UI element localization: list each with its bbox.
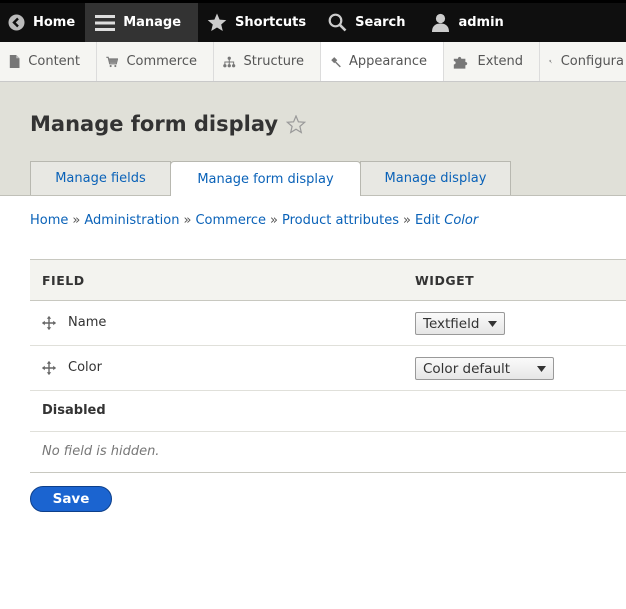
drag-handle-icon[interactable] xyxy=(42,316,56,330)
breadcrumb-edit-entity: Color xyxy=(444,213,479,228)
hamburger-icon xyxy=(95,14,116,31)
breadcrumb-separator: » xyxy=(183,213,192,228)
toolbar-search-tab[interactable]: Search xyxy=(316,3,423,42)
tray-item-structure[interactable]: Structure xyxy=(214,42,321,81)
table-row: Color Color default xyxy=(30,346,626,391)
disabled-section-header: Disabled xyxy=(30,391,626,432)
save-button[interactable]: Save xyxy=(30,486,112,512)
dropdown-arrow-icon xyxy=(537,366,546,372)
tray-item-configuration[interactable]: Configura xyxy=(540,42,626,81)
toolbar-search-label: Search xyxy=(355,15,406,30)
tray-item-label: Configura xyxy=(560,54,624,69)
toolbar-manage-tab[interactable]: Manage xyxy=(85,3,199,42)
tab-manage-display[interactable]: Manage display xyxy=(360,161,511,195)
empty-message: No field is hidden. xyxy=(42,444,160,459)
breadcrumb-separator: » xyxy=(270,213,278,228)
drag-handle-icon[interactable] xyxy=(42,361,56,375)
toolbar-shortcuts-tab[interactable]: Shortcuts xyxy=(198,3,316,42)
breadcrumb-link-home[interactable]: Home xyxy=(30,213,68,228)
document-icon xyxy=(9,55,20,68)
tray-item-label: Structure xyxy=(243,54,304,69)
toolbar-shortcuts-label: Shortcuts xyxy=(235,15,307,30)
widget-select-value: Textfield xyxy=(423,315,480,332)
page-title: Manage form display xyxy=(30,112,279,136)
star-icon xyxy=(207,13,227,31)
empty-hidden-row: No field is hidden. xyxy=(30,432,626,473)
tray-item-commerce[interactable]: Commerce xyxy=(97,42,214,81)
tab-manage-fields[interactable]: Manage fields xyxy=(30,161,171,195)
disabled-label: Disabled xyxy=(42,403,106,418)
toolbar-home-link[interactable]: Home xyxy=(0,3,85,42)
admin-toolbar: Home Manage Shortcuts Search admin xyxy=(0,0,626,42)
toolbar-user-tab[interactable]: admin xyxy=(423,3,513,42)
toolbar-manage-label: Manage xyxy=(123,15,182,30)
dropdown-arrow-icon xyxy=(488,321,497,327)
breadcrumb: Home» Administration» Commerce» Product att… xyxy=(30,213,478,228)
back-arrow-icon xyxy=(8,14,25,31)
breadcrumb-link-commerce[interactable]: Commerce xyxy=(195,213,266,228)
tray-item-label: Appearance xyxy=(348,54,427,69)
breadcrumb-link-edit[interactable]: Edit Color xyxy=(415,213,478,228)
tray-item-extend[interactable]: Extend xyxy=(444,42,540,81)
shortcut-star-icon[interactable] xyxy=(286,114,307,134)
admin-menu-tray: Content Commerce Structure Appearance Ex… xyxy=(0,42,626,82)
breadcrumb-separator: » xyxy=(402,213,411,228)
toolbar-home-label: Home xyxy=(33,15,76,30)
tray-item-appearance[interactable]: Appearance xyxy=(321,42,444,81)
search-icon xyxy=(328,13,347,32)
paintbrush-icon xyxy=(331,56,341,67)
field-label: Name xyxy=(68,315,107,330)
wrench-icon xyxy=(549,59,552,64)
tab-manage-form-display[interactable]: Manage form display xyxy=(170,161,361,196)
field-label: Color xyxy=(68,360,102,375)
page-title-wrapper: Manage form display xyxy=(30,112,307,136)
puzzle-icon xyxy=(453,56,468,69)
breadcrumb-separator: » xyxy=(72,213,81,228)
field-display-table: FIELD WIDGET Name Textfield Color Color … xyxy=(30,259,626,473)
primary-tabs: Manage fields Manage form display Manage… xyxy=(30,161,511,196)
toolbar-user-label: admin xyxy=(458,15,504,30)
breadcrumb-link-product-attributes[interactable]: Product attributes xyxy=(282,213,399,228)
tray-item-label: Commerce xyxy=(126,54,197,69)
widget-select-value: Color default xyxy=(423,360,511,377)
breadcrumb-edit-prefix: Edit xyxy=(414,213,441,228)
widget-select[interactable]: Textfield xyxy=(415,312,505,335)
cart-icon xyxy=(106,56,119,67)
widget-select[interactable]: Color default xyxy=(415,357,554,380)
tray-item-label: Content xyxy=(28,54,80,69)
column-header-widget: WIDGET xyxy=(415,272,475,288)
page-header: Manage form display Manage fields Manage… xyxy=(0,82,626,196)
table-row: Name Textfield xyxy=(30,301,626,346)
hierarchy-icon xyxy=(223,56,236,67)
breadcrumb-link-administration[interactable]: Administration xyxy=(84,213,179,228)
tray-item-content[interactable]: Content xyxy=(0,42,97,81)
column-header-field: FIELD xyxy=(42,272,85,288)
tray-item-label: Extend xyxy=(477,54,524,69)
table-header: FIELD WIDGET xyxy=(30,259,626,301)
user-icon xyxy=(432,13,450,32)
